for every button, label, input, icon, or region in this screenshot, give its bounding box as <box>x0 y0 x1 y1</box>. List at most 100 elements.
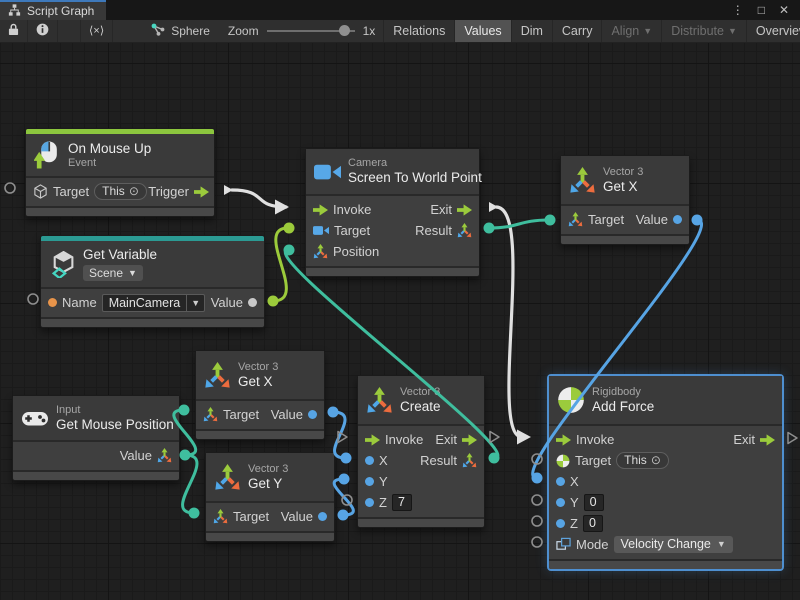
title-bar: Script Graph ⋮ □ ✕ <box>0 0 800 20</box>
port-label: Invoke <box>576 432 614 447</box>
node-header[interactable]: Vector 3Get Y <box>206 453 334 501</box>
node-header[interactable]: Get VariableScene▼ <box>41 241 264 287</box>
port-row: Z7 <box>358 492 484 513</box>
port-dot[interactable] <box>365 477 374 486</box>
graph-toolbar: ⟨×⟩ Sphere Zoom 1x RelationsValuesDimCar… <box>0 20 800 43</box>
node-rigidbody-add-force[interactable]: RigidbodyAdd Force Invoke Exit TargetThis … <box>548 375 783 570</box>
node-get-x-top[interactable]: Vector 3Get X TargetValue <box>560 155 690 245</box>
node-footer <box>206 533 334 541</box>
node-vector3-create[interactable]: Vector 3CreateInvokeExitXResult YZ7 <box>357 375 485 528</box>
mode-select[interactable]: Velocity Change▼ <box>614 536 733 553</box>
target-self-chip[interactable]: This ⊙ <box>616 452 669 469</box>
node-footer <box>196 431 324 439</box>
node-header[interactable]: Vector 3Create <box>358 376 484 424</box>
node-get-y[interactable]: Vector 3Get Y TargetValue <box>205 452 335 542</box>
lock-button[interactable] <box>0 20 28 42</box>
breadcrumb-label: Sphere <box>171 24 210 38</box>
node-header[interactable]: CameraScreen To World Point <box>306 149 479 194</box>
port-dot[interactable] <box>318 512 327 521</box>
node-title: Get Y <box>248 476 288 492</box>
zoom-slider-handle[interactable] <box>339 25 350 36</box>
port-label: Y <box>379 474 388 489</box>
maximize-icon[interactable]: □ <box>753 3 770 17</box>
flow-arrow-icon <box>457 204 472 216</box>
vector3-mini-icon <box>462 453 477 468</box>
node-title: Create <box>400 399 441 415</box>
target-self-chip[interactable]: This ⊙ <box>94 183 147 200</box>
view-button-distribute[interactable]: Distribute▼ <box>661 20 746 42</box>
port-dot[interactable] <box>556 519 565 528</box>
object-picker-icon[interactable]: ⊙ <box>651 453 661 468</box>
node-header[interactable]: Vector 3Get X <box>561 156 689 204</box>
chevron-down-icon[interactable]: ▼ <box>186 295 204 311</box>
port-label: Value <box>636 212 668 227</box>
view-button-relations[interactable]: Relations <box>383 20 454 42</box>
view-button-carry[interactable]: Carry <box>552 20 602 42</box>
breadcrumb[interactable]: Sphere <box>141 20 220 42</box>
flow-arrow-icon <box>194 186 209 198</box>
flow-arrow-icon <box>462 434 477 446</box>
tab-script-graph[interactable]: Script Graph <box>0 0 106 20</box>
port-row: TargetValue <box>206 506 334 527</box>
port-dot[interactable] <box>673 215 682 224</box>
port-dot[interactable] <box>556 477 565 486</box>
port-row: TargetResult <box>306 220 479 241</box>
port-dot[interactable] <box>48 298 57 307</box>
port-dot[interactable] <box>308 410 317 419</box>
node-get-mouse-position[interactable]: InputGet Mouse PositionValue <box>12 395 180 481</box>
view-button-overview[interactable]: Overview <box>746 20 800 42</box>
variable-scope-dropdown[interactable]: Scene▼ <box>83 265 143 281</box>
node-get-x-mid[interactable]: Vector 3Get X TargetValue <box>195 350 325 440</box>
port-row: ModeVelocity Change▼ <box>549 534 782 555</box>
variable-name-dropdown[interactable]: MainCamera▼ <box>102 294 205 312</box>
vector3-icon <box>569 167 596 194</box>
value-field[interactable]: 0 <box>584 494 604 511</box>
node-header[interactable]: On Mouse UpEvent <box>26 134 214 176</box>
node-ports: InvokeExitXResult YZ7 <box>358 426 484 517</box>
close-icon[interactable]: ✕ <box>774 3 794 17</box>
edit-graph-button[interactable]: ⟨×⟩ <box>80 20 113 42</box>
node-screen-to-world-point[interactable]: CameraScreen To World PointInvokeExit Ta… <box>305 148 480 277</box>
graph-network-icon <box>151 23 165 39</box>
view-button-values[interactable]: Values <box>454 20 510 42</box>
port-row: TargetThis ⊙ <box>549 450 782 471</box>
inspect-button[interactable] <box>28 20 58 42</box>
node-footer <box>306 268 479 276</box>
port-label: Value <box>271 407 303 422</box>
node-header[interactable]: InputGet Mouse Position <box>13 396 179 440</box>
value-field[interactable]: 0 <box>583 515 603 532</box>
script-graph-icon <box>8 4 21 19</box>
port-label: Exit <box>733 432 755 447</box>
port-dot[interactable] <box>365 498 374 507</box>
node-header[interactable]: RigidbodyAdd Force <box>549 376 782 424</box>
object-picker-icon[interactable]: ⊙ <box>129 184 139 199</box>
view-button-align[interactable]: Align▼ <box>601 20 661 42</box>
view-button-label: Dim <box>521 24 543 38</box>
vector3-mini-icon <box>313 244 328 259</box>
unity-script-graph-window: On Mouse UpEventTargetThis ⊙TriggerGet V… <box>0 0 800 600</box>
value-field[interactable]: 7 <box>392 494 412 511</box>
zoom-level: 1x <box>363 24 376 38</box>
view-button-dim[interactable]: Dim <box>511 20 552 42</box>
flow-arrow-icon <box>313 204 328 216</box>
port-label: Target <box>53 184 89 199</box>
port-dot[interactable] <box>365 456 374 465</box>
port-label: Value <box>211 295 243 310</box>
node-on-mouse-up[interactable]: On Mouse UpEventTargetThis ⊙Trigger <box>25 128 215 217</box>
mouse-event-icon <box>34 141 61 169</box>
zoom-slider[interactable] <box>267 20 355 42</box>
node-get-variable[interactable]: Get VariableScene▼NameMainCamera▼Value <box>40 235 265 328</box>
vector3-mini-icon <box>157 448 172 463</box>
tab-title: Script Graph <box>27 4 94 18</box>
vector3-mini-icon <box>213 509 228 524</box>
port-label: Target <box>334 223 370 238</box>
node-ports: InvokeExit TargetResult Position <box>306 196 479 266</box>
port-label: Result <box>420 453 457 468</box>
port-dot[interactable] <box>248 298 257 307</box>
port-row: NameMainCamera▼Value <box>41 292 264 313</box>
port-dot[interactable] <box>556 498 565 507</box>
node-header[interactable]: Vector 3Get X <box>196 351 324 399</box>
more-menu-icon[interactable]: ⋮ <box>727 3 749 17</box>
port-label: Target <box>233 509 269 524</box>
port-row: InvokeExit <box>358 429 484 450</box>
